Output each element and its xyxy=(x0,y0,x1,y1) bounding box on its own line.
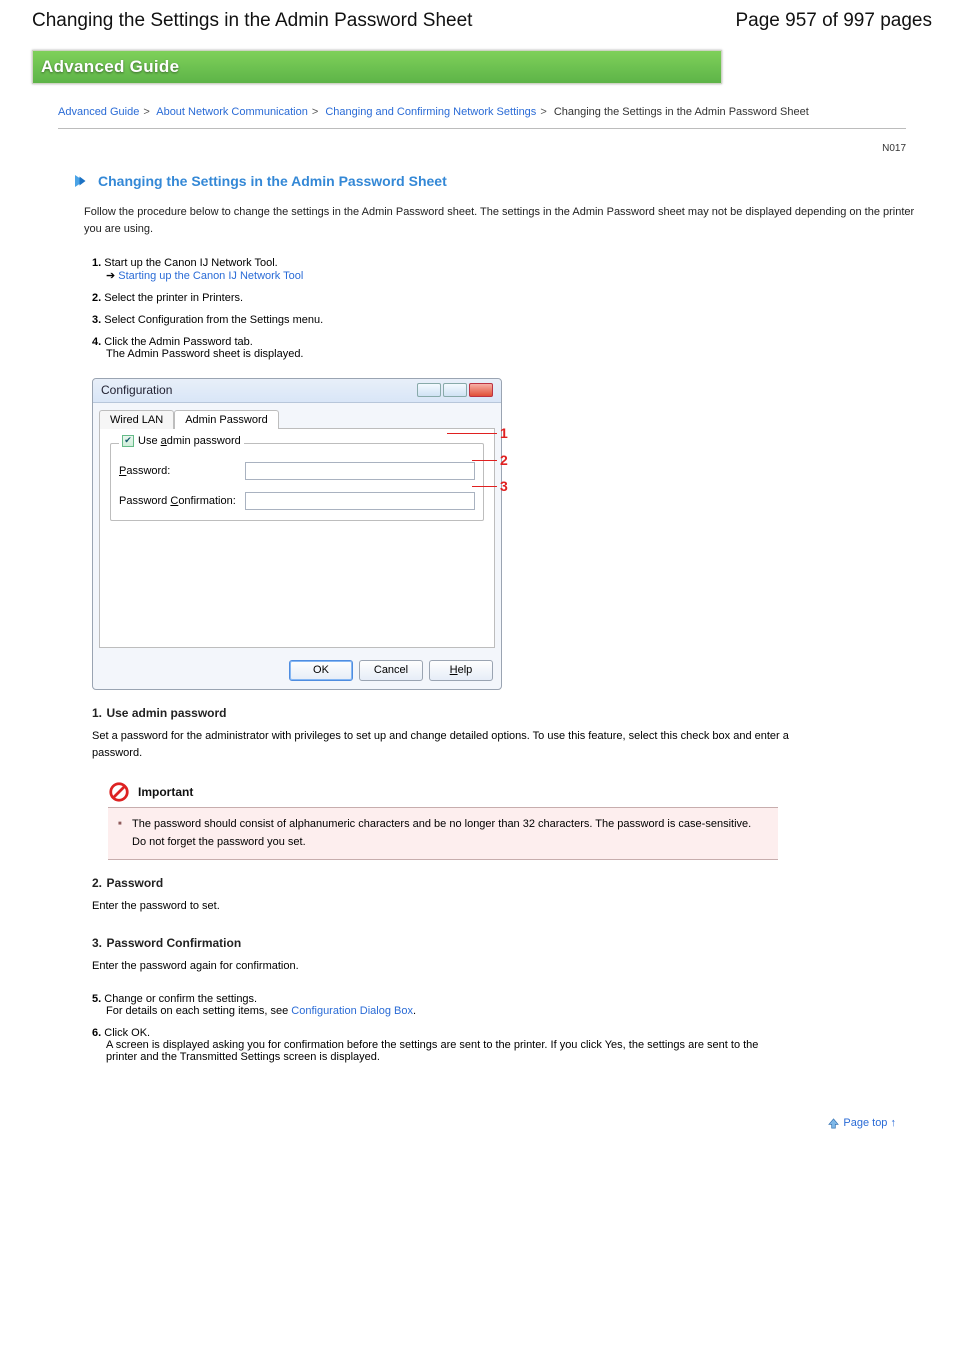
header-right: Page 957 of 997 pages xyxy=(735,10,932,32)
important-box: Important The password should consist of… xyxy=(108,781,778,860)
callout-1: 1 xyxy=(500,425,526,441)
ok-button[interactable]: OK xyxy=(289,660,353,681)
step-2: 2. Select the printer in Printers. xyxy=(92,292,932,304)
step-6: 6. Click OK. A screen is displayed askin… xyxy=(92,1027,792,1063)
doc-id: N017 xyxy=(32,143,906,154)
cancel-button[interactable]: Cancel xyxy=(359,660,423,681)
callout-line xyxy=(447,433,497,434)
step-4: 4. Click the Admin Password tab. The Adm… xyxy=(92,336,932,360)
step-3: 3. Select Configuration from the Setting… xyxy=(92,314,932,326)
crumb-current: Changing the Settings in the Admin Passw… xyxy=(554,106,809,118)
step-5: 5. Change or confirm the settings. For d… xyxy=(92,993,932,1017)
minimize-button[interactable] xyxy=(417,383,441,397)
password-label: Password: xyxy=(119,465,237,477)
callout-line xyxy=(472,460,497,461)
crumb-link[interactable]: Advanced Guide xyxy=(58,106,139,118)
desc-2: 2. Password Enter the password to set. xyxy=(92,874,932,916)
arrow-right-icon xyxy=(72,172,90,190)
legend-label: Use admin password xyxy=(138,435,241,447)
divider xyxy=(58,128,906,129)
help-button[interactable]: Help xyxy=(429,660,493,681)
password-confirm-label: Password Confirmation: xyxy=(119,495,237,507)
crumb-link[interactable]: Changing and Confirming Network Settings xyxy=(325,106,536,118)
breadcrumb: Advanced Guide> About Network Communicat… xyxy=(58,104,932,122)
tab-wired-lan[interactable]: Wired LAN xyxy=(99,410,174,429)
step-1: 1. Start up the Canon IJ Network Tool. ➔… xyxy=(92,257,932,282)
arrow-up-icon xyxy=(828,1118,839,1129)
prohibit-icon xyxy=(108,781,130,803)
link-config-dialog[interactable]: Configuration Dialog Box xyxy=(291,1005,413,1017)
page-title: Changing the Settings in the Admin Passw… xyxy=(98,173,447,189)
close-button[interactable] xyxy=(469,383,493,397)
crumb-link[interactable]: About Network Communication xyxy=(156,106,308,118)
password-confirm-field[interactable] xyxy=(245,492,475,510)
header-left: Changing the Settings in the Admin Passw… xyxy=(32,10,472,32)
banner: Advanced Guide xyxy=(32,50,722,84)
banner-title: Advanced Guide xyxy=(41,57,179,77)
page-top-link[interactable]: Page top ↑ xyxy=(32,1113,932,1131)
maximize-button[interactable] xyxy=(443,383,467,397)
tab-admin-password[interactable]: Admin Password xyxy=(174,410,279,429)
desc-3: 3. Password Confirmation Enter the passw… xyxy=(92,934,932,976)
callout-3: 3 xyxy=(500,478,526,494)
callout-2: 2 xyxy=(500,452,526,468)
dialog-title: Configuration xyxy=(101,383,172,397)
config-dialog: Configuration Wired LAN Admin Password ✔… xyxy=(92,378,502,690)
use-admin-password-checkbox[interactable]: ✔ xyxy=(122,435,134,447)
callout-line xyxy=(472,486,497,487)
link-start-tool[interactable]: Starting up the Canon IJ Network Tool xyxy=(118,270,303,282)
desc-1: 1. Use admin password Set a password for… xyxy=(92,704,932,763)
password-field[interactable] xyxy=(245,462,475,480)
lead-text: Follow the procedure below to change the… xyxy=(84,204,932,239)
